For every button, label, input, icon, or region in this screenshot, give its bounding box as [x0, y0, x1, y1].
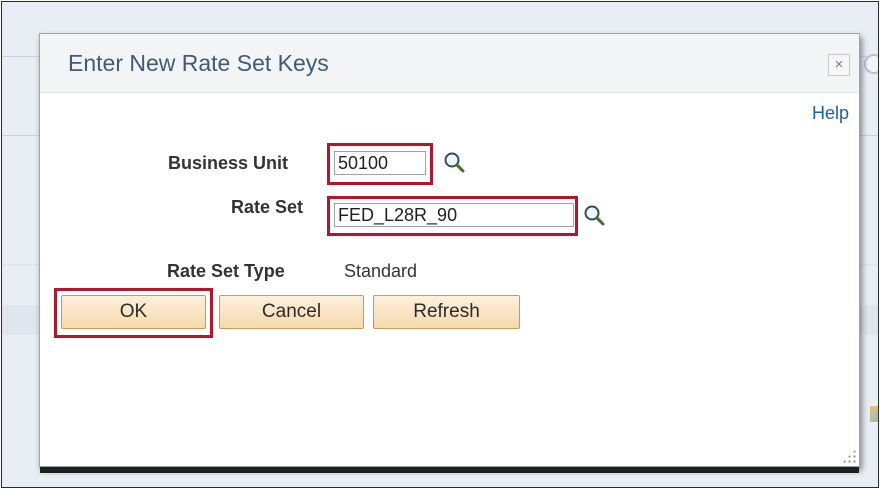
background-image-icon	[870, 406, 878, 422]
rate-set-label: Rate Set	[231, 197, 304, 217]
dialog-title: Enter New Rate Set Keys	[68, 50, 329, 76]
resize-grip-icon[interactable]	[842, 449, 856, 463]
refresh-button[interactable]: Refresh	[373, 295, 520, 329]
rate-set-lookup-icon[interactable]	[583, 204, 605, 226]
close-icon: ×	[834, 56, 844, 73]
business-unit-label: Business Unit	[168, 153, 289, 173]
rate-set-keys-dialog: Enter New Rate Set Keys × Help Business …	[39, 33, 860, 467]
rate-set-input[interactable]: FED_L28R_90	[334, 203, 574, 227]
business-unit-input[interactable]: 50100	[334, 151, 426, 175]
close-button[interactable]: ×	[828, 54, 850, 76]
business-unit-lookup-icon[interactable]	[443, 151, 465, 173]
cancel-button[interactable]: Cancel	[219, 295, 364, 329]
background-page: Enter New Rate Set Keys × Help Business …	[1, 1, 879, 488]
rate-set-type-value: Standard	[344, 261, 418, 281]
rate-set-type-label: Rate Set Type	[167, 261, 285, 281]
help-link[interactable]: Help	[812, 103, 849, 124]
ok-button[interactable]: OK	[61, 295, 206, 329]
dialog-header: Enter New Rate Set Keys ×	[40, 34, 859, 93]
background-circle-icon	[864, 54, 878, 74]
